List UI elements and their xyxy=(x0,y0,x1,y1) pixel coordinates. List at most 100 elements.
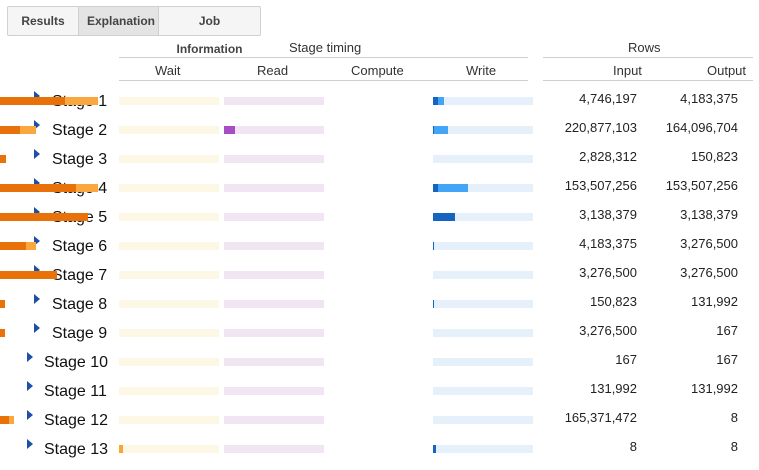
compute-avg-segment xyxy=(0,97,65,105)
stage-row[interactable]: Stage 8 150,823 131,992 xyxy=(0,294,759,325)
compute-avg-segment xyxy=(0,126,20,134)
stage-name[interactable]: Stage 12 xyxy=(44,412,108,430)
stage-row[interactable]: Stage 10 167 167 xyxy=(0,352,759,383)
wait-timing-bar xyxy=(119,184,219,192)
output-rows-value: 167 xyxy=(716,323,738,338)
wait-timing-bar xyxy=(119,271,219,279)
stage-row[interactable]: Stage 53,138,3793,138,379 xyxy=(0,207,759,238)
stage-row[interactable]: Stage 14,746,1974,183,375 xyxy=(0,91,759,122)
wait-timing-bar xyxy=(119,242,219,250)
stage-name[interactable]: Stage 9 xyxy=(52,325,107,343)
write-max-segment xyxy=(433,126,448,134)
stage-name[interactable]: Stage 11 xyxy=(44,383,107,401)
compute-avg-segment xyxy=(0,184,76,192)
input-column-header: Input xyxy=(613,63,642,78)
output-rows-value: 164,096,704 xyxy=(665,120,738,135)
output-rows-value: 131,992 xyxy=(691,294,738,309)
column-header-divider xyxy=(119,80,528,81)
read-timing-bar xyxy=(224,242,324,250)
input-rows-value: 3,276,500 xyxy=(579,323,637,338)
output-rows-value: 167 xyxy=(716,352,738,367)
read-timing-bar xyxy=(224,358,324,366)
stage-row[interactable]: Stage 9 3,276,500 167 xyxy=(0,323,759,354)
stage-row[interactable]: Stage 12 165,371,472 8 xyxy=(0,410,759,441)
write-avg-segment xyxy=(433,213,455,221)
write-timing-bar xyxy=(433,213,533,221)
wait-timing-bar xyxy=(119,97,219,105)
read-column-header: Read xyxy=(257,63,289,78)
read-timing-bar xyxy=(224,184,324,192)
read-timing-bar xyxy=(224,213,324,221)
read-timing-bar xyxy=(224,155,324,163)
write-avg-segment xyxy=(433,445,436,453)
expand-triangle-icon[interactable] xyxy=(27,352,33,362)
read-timing-bar xyxy=(224,387,324,395)
read-timing-bar xyxy=(224,97,324,105)
stage-row[interactable]: Stage 2 220,877,103 164,096,704 xyxy=(0,120,759,151)
input-rows-value: 153,507,256 xyxy=(564,178,637,193)
output-rows-value: 3,276,500 xyxy=(680,265,738,280)
stage-row[interactable]: Stage 13 8 8 xyxy=(0,439,759,470)
write-column-header: Write xyxy=(466,63,497,78)
wait-timing-bar xyxy=(119,213,219,221)
write-avg-segment xyxy=(433,242,434,250)
tab-results[interactable]: Results xyxy=(8,7,79,35)
output-rows-value: 3,138,379 xyxy=(680,207,738,222)
stage-row[interactable]: Stage 6 4,183,375 3,276,500 xyxy=(0,236,759,267)
write-timing-bar xyxy=(433,242,533,250)
rows-divider xyxy=(543,57,753,58)
input-rows-value: 167 xyxy=(615,352,637,367)
wait-timing-bar xyxy=(119,358,219,366)
tab-explanation[interactable]: Explanation xyxy=(79,7,159,35)
read-timing-bar xyxy=(224,445,324,453)
rows-header: Rows xyxy=(628,40,661,55)
rows-column-divider xyxy=(543,80,753,81)
wait-avg-segment xyxy=(119,445,123,453)
expand-triangle-icon[interactable] xyxy=(34,294,40,304)
compute-avg-segment xyxy=(0,300,5,308)
stage-name[interactable]: Stage 7 xyxy=(52,267,107,285)
wait-timing-bar xyxy=(119,300,219,308)
write-timing-bar xyxy=(433,126,533,134)
write-timing-bar xyxy=(433,155,533,163)
stage-row[interactable]: Stage 3 2,828,312 150,823 xyxy=(0,149,759,180)
wait-timing-bar xyxy=(119,126,219,134)
expand-triangle-icon[interactable] xyxy=(34,149,40,159)
write-avg-segment xyxy=(433,300,434,308)
compute-avg-segment xyxy=(0,213,88,221)
stage-row[interactable]: Stage 7 3,276,500 3,276,500 xyxy=(0,265,759,296)
stage-name[interactable]: Stage 10 xyxy=(44,354,108,372)
write-timing-bar xyxy=(433,358,533,366)
input-rows-value: 131,992 xyxy=(590,381,637,396)
tab-job-information[interactable]: Job Information xyxy=(159,7,260,56)
expand-triangle-icon[interactable] xyxy=(27,410,33,420)
write-max-segment xyxy=(433,184,468,192)
input-rows-value: 220,877,103 xyxy=(564,120,637,135)
compute-column-header: Compute xyxy=(351,63,404,78)
write-avg-segment xyxy=(433,97,438,105)
write-timing-bar xyxy=(433,97,533,105)
stage-name[interactable]: Stage 3 xyxy=(52,151,107,169)
input-rows-value: 165,371,472 xyxy=(564,410,637,425)
output-rows-value: 8 xyxy=(730,410,738,425)
wait-timing-bar xyxy=(119,445,219,453)
stage-name[interactable]: Stage 2 xyxy=(52,122,107,140)
compute-avg-segment xyxy=(0,271,57,279)
stage-name[interactable]: Stage 6 xyxy=(52,238,107,256)
stage-row[interactable]: Stage 4153,507,256153,507,256 xyxy=(0,178,759,209)
write-timing-bar xyxy=(433,387,533,395)
output-rows-value: 150,823 xyxy=(691,149,738,164)
write-timing-bar xyxy=(433,329,533,337)
wait-timing-bar xyxy=(119,329,219,337)
stage-name[interactable]: Stage 13 xyxy=(44,441,108,459)
expand-triangle-icon[interactable] xyxy=(34,323,40,333)
stage-row[interactable]: Stage 11 131,992 131,992 xyxy=(0,381,759,412)
stage-name[interactable]: Stage 8 xyxy=(52,296,107,314)
expand-triangle-icon[interactable] xyxy=(27,439,33,449)
output-rows-value: 4,183,375 xyxy=(680,91,738,106)
output-rows-value: 153,507,256 xyxy=(665,178,738,193)
write-timing-bar xyxy=(433,416,533,424)
expand-triangle-icon[interactable] xyxy=(27,381,33,391)
stage-timing-header: Stage timing xyxy=(289,40,362,55)
write-timing-bar xyxy=(433,271,533,279)
